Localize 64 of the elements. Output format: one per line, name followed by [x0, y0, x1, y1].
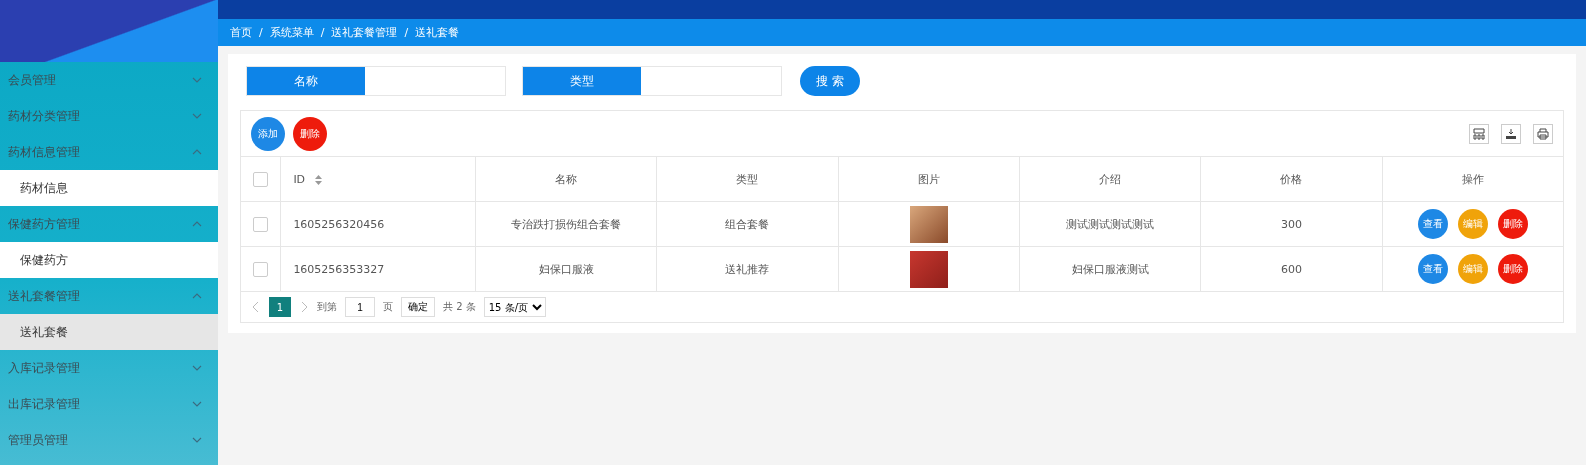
- table-cell: 组合套餐: [656, 201, 839, 247]
- menu-group[interactable]: 药材信息管理: [0, 134, 218, 170]
- add-button[interactable]: 添加: [251, 116, 285, 151]
- table-cell: 1605256353327: [280, 246, 476, 292]
- delete-button[interactable]: 删除: [293, 116, 327, 151]
- column-header: 名称: [475, 157, 657, 202]
- breadcrumb-separator: /: [404, 26, 409, 39]
- view-button[interactable]: 查看: [1417, 209, 1448, 239]
- search-button[interactable]: 搜 索: [800, 66, 860, 96]
- previous-icon[interactable]: [251, 301, 261, 313]
- total-count: 共 2 条: [443, 300, 476, 314]
- photo-placeholder: [909, 250, 948, 288]
- columns-icon[interactable]: [1469, 123, 1489, 144]
- page-size-select[interactable]: 15 条/页: [483, 297, 546, 317]
- table-cell: 1605256320456: [280, 201, 476, 247]
- photo-placeholder: [909, 205, 948, 243]
- menu-group[interactable]: 管理员管理: [0, 422, 218, 458]
- search-field[interactable]: 类型: [522, 66, 782, 96]
- breadcrumb-link[interactable]: 送礼套餐管理: [331, 25, 398, 40]
- edit-button[interactable]: 编辑: [1457, 254, 1488, 284]
- column-header: 操作: [1382, 157, 1563, 202]
- menu-group[interactable]: 药材分类管理: [0, 98, 218, 134]
- page-button[interactable]: 1: [269, 297, 291, 317]
- column-header: 介绍: [1019, 157, 1201, 202]
- table-cell: 妇保口服液测试: [1019, 246, 1201, 292]
- column-header: 价格: [1200, 157, 1383, 202]
- row-checkbox[interactable]: [253, 261, 269, 277]
- delete-button[interactable]: 删除: [1497, 209, 1528, 239]
- menu-group[interactable]: 保健药方管理: [0, 206, 218, 242]
- goto-label: 到第: [317, 300, 337, 314]
- menu-group[interactable]: 会员管理: [0, 62, 218, 98]
- menu-group[interactable]: 送礼套餐管理: [0, 278, 218, 314]
- search-field[interactable]: 名称: [246, 66, 506, 96]
- table-cell: 妇保口服液: [475, 246, 657, 292]
- next-icon[interactable]: [299, 301, 309, 313]
- menu-item[interactable]: 送礼套餐: [0, 314, 218, 350]
- page-input[interactable]: 1: [345, 297, 375, 317]
- select-all-checkbox[interactable]: [253, 171, 269, 187]
- view-button[interactable]: 查看: [1417, 254, 1448, 284]
- export-icon[interactable]: [1501, 123, 1521, 144]
- menu-item[interactable]: 药材信息: [0, 170, 218, 206]
- table-cell: 测试测试测试测试: [1019, 201, 1201, 247]
- breadcrumb-separator: /: [259, 26, 263, 39]
- column-header[interactable]: ID: [280, 157, 476, 202]
- breadcrumb-separator: /: [320, 26, 325, 39]
- table-cell: 专治跌打损伤组合套餐: [475, 201, 657, 247]
- breadcrumb-link[interactable]: 系统菜单: [269, 25, 314, 40]
- menu-group[interactable]: 出库记录管理: [0, 386, 218, 422]
- breadcrumb-link[interactable]: 首页: [230, 25, 252, 40]
- menu-item[interactable]: 保健药方: [0, 242, 218, 278]
- table-cell: 600: [1200, 246, 1383, 292]
- breadcrumb-link[interactable]: 送礼套餐: [415, 25, 460, 40]
- print-icon[interactable]: [1533, 123, 1553, 144]
- table-cell: 送礼推荐: [656, 246, 839, 292]
- column-header: 类型: [656, 157, 839, 202]
- confirm-button[interactable]: 确定: [401, 297, 435, 317]
- column-header: 图片: [838, 157, 1020, 202]
- page-unit: 页: [383, 300, 393, 314]
- delete-button[interactable]: 删除: [1497, 254, 1528, 284]
- row-checkbox[interactable]: [253, 216, 269, 232]
- sort-icon[interactable]: [314, 174, 322, 185]
- table-cell: 300: [1200, 201, 1383, 247]
- menu-group[interactable]: 入库记录管理: [0, 350, 218, 386]
- edit-button[interactable]: 编辑: [1457, 209, 1488, 239]
